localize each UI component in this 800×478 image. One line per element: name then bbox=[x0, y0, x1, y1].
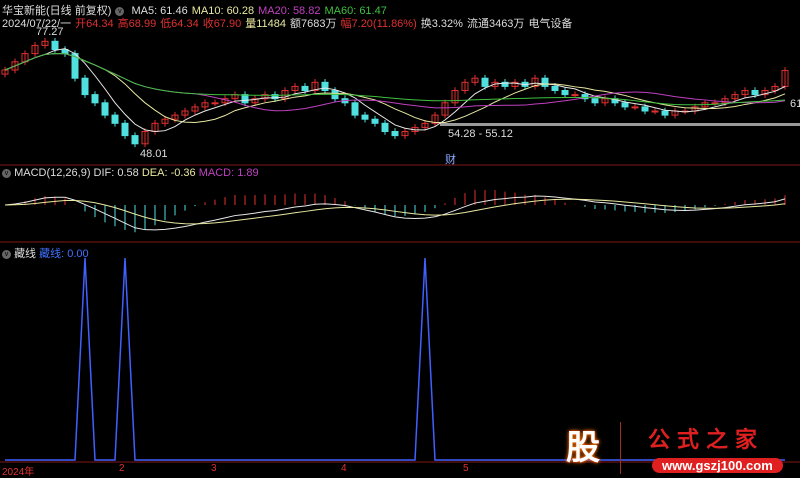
watermark-logo: 股 公式之家 www.gszj100.com bbox=[556, 418, 800, 476]
price-range-bar bbox=[440, 123, 800, 126]
candle bbox=[241, 94, 249, 104]
dea-line bbox=[4, 198, 786, 225]
candle bbox=[351, 102, 359, 116]
candle bbox=[591, 98, 599, 104]
candle bbox=[661, 110, 669, 116]
indicator-value: 藏线: 0.00 bbox=[39, 248, 89, 260]
date-label: 2 bbox=[119, 463, 125, 474]
candle bbox=[381, 122, 389, 133]
candle bbox=[131, 135, 139, 145]
candle bbox=[571, 94, 579, 97]
candle bbox=[301, 85, 309, 92]
indicator-title: 藏线 bbox=[14, 248, 37, 260]
macd-title: MACD(12,26,9) bbox=[14, 167, 91, 179]
logo-divider bbox=[620, 422, 621, 474]
candle bbox=[51, 40, 59, 51]
candle bbox=[641, 106, 649, 112]
candle bbox=[371, 118, 379, 124]
high-label: 77.27 bbox=[36, 26, 64, 38]
logo-name: 公式之家 bbox=[648, 427, 765, 453]
candle bbox=[481, 77, 489, 87]
candle bbox=[321, 81, 329, 92]
macd-dea: DEA: -0.36 bbox=[141, 167, 196, 179]
ma20-line bbox=[4, 53, 786, 112]
logo-mark: 股 bbox=[566, 429, 600, 467]
macd-value: MACD: 1.89 bbox=[198, 167, 259, 179]
macd-dif: DIF: 0.58 bbox=[93, 167, 139, 179]
candle bbox=[551, 85, 559, 92]
candle bbox=[651, 110, 659, 113]
chevron-down-icon[interactable]: v bbox=[2, 168, 11, 178]
candle bbox=[121, 122, 129, 137]
candle bbox=[361, 114, 369, 120]
candle bbox=[211, 102, 219, 105]
ma60-line bbox=[4, 53, 786, 106]
candle bbox=[621, 102, 629, 108]
chart-canvas[interactable] bbox=[0, 0, 800, 476]
candle bbox=[541, 77, 549, 87]
candle bbox=[91, 94, 99, 104]
candle bbox=[391, 131, 399, 137]
logo-url: www.gszj100.com bbox=[652, 458, 783, 473]
date-label: 4 bbox=[341, 463, 347, 474]
date-label: 5 bbox=[463, 463, 469, 474]
low-label: 48.01 bbox=[140, 148, 168, 160]
macd-header: v MACD(12,26,9) DIF: 0.58 DEA: -0.36 MAC… bbox=[2, 167, 259, 179]
ma5-line bbox=[4, 48, 786, 133]
candle bbox=[751, 90, 759, 96]
range-label: 54.28 - 55.12 bbox=[448, 128, 513, 140]
candle bbox=[561, 90, 569, 96]
candle bbox=[111, 114, 119, 124]
chevron-down-icon[interactable]: v bbox=[2, 249, 11, 259]
event-marker[interactable]: 财 bbox=[445, 151, 456, 167]
date-label: 3 bbox=[211, 463, 217, 474]
right-price-label: 61 bbox=[790, 98, 800, 110]
candle bbox=[631, 106, 639, 109]
candle bbox=[101, 102, 109, 116]
candle bbox=[81, 77, 89, 96]
indicator-header: v 藏线 藏线: 0.00 bbox=[2, 245, 89, 261]
